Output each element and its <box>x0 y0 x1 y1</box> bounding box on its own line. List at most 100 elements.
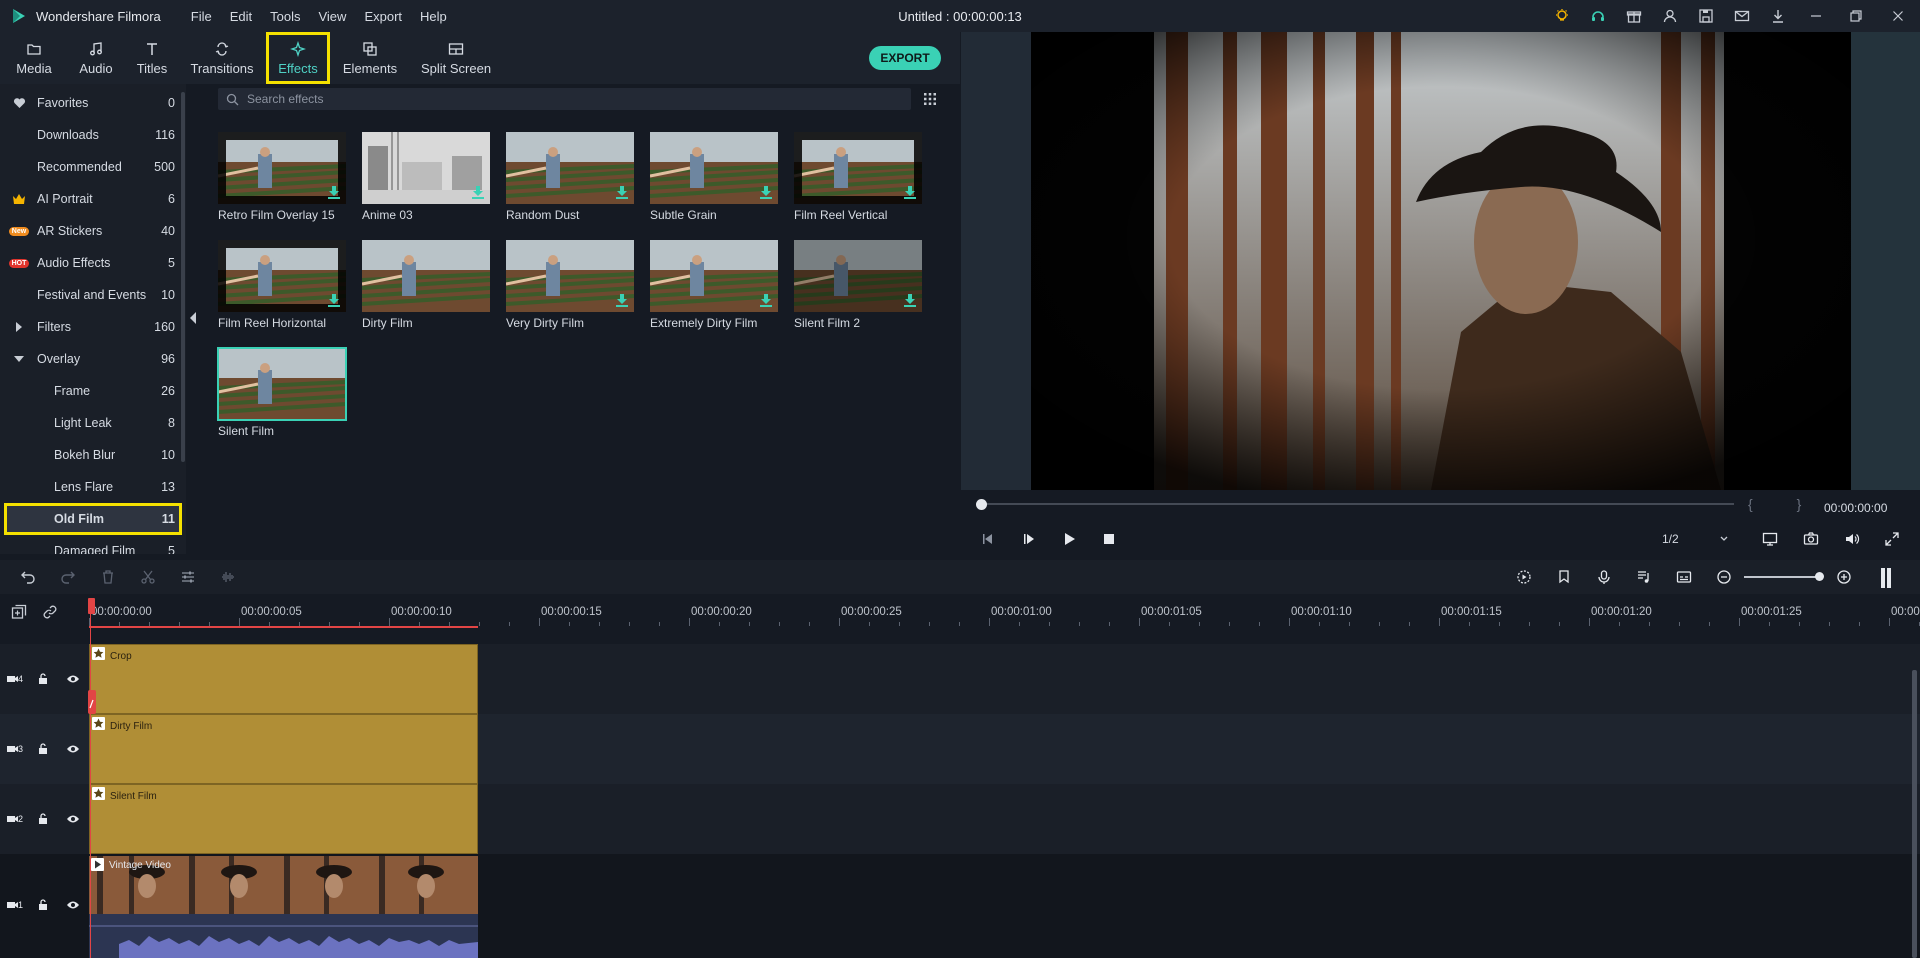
video-clip[interactable]: Vintage Video <box>89 856 478 958</box>
effect-thumbnail[interactable] <box>362 132 490 204</box>
menu-file[interactable]: File <box>191 9 212 24</box>
volume-icon[interactable] <box>1844 531 1860 547</box>
download-icon[interactable] <box>760 186 772 199</box>
microphone-icon[interactable] <box>1596 569 1612 585</box>
sidebar-item-favorites[interactable]: Favorites 0 <box>0 87 186 119</box>
effect-card[interactable]: Film Reel Horizontal <box>218 240 346 330</box>
sidebar-item-lens-flare[interactable]: Lens Flare 13 <box>0 471 186 503</box>
effect-thumbnail[interactable] <box>650 240 778 312</box>
adjust-icon[interactable] <box>180 569 196 585</box>
effect-card[interactable]: Silent Film <box>217 347 347 438</box>
link-icon[interactable] <box>42 604 58 620</box>
effect-card[interactable]: Retro Film Overlay 15 <box>218 132 346 222</box>
delete-icon[interactable] <box>100 569 116 585</box>
effect-thumbnail[interactable] <box>362 240 490 312</box>
cut-icon[interactable] <box>140 569 156 585</box>
subtitle-icon[interactable] <box>1676 569 1692 585</box>
menu-view[interactable]: View <box>318 9 346 24</box>
download-icon[interactable] <box>904 294 916 307</box>
effect-card[interactable]: Very Dirty Film <box>506 240 634 330</box>
scrubber-handle[interactable] <box>976 499 987 510</box>
sidebar-scrollbar[interactable] <box>181 92 185 462</box>
menu-tools[interactable]: Tools <box>270 9 300 24</box>
save-icon[interactable] <box>1688 0 1724 32</box>
account-icon[interactable] <box>1652 0 1688 32</box>
sidebar-item-audio-effects[interactable]: HOT Audio Effects 5 <box>0 247 186 279</box>
sidebar-item-frame[interactable]: Frame 26 <box>0 375 186 407</box>
search-bar[interactable] <box>218 88 911 110</box>
menu-help[interactable]: Help <box>420 9 447 24</box>
collapse-sidebar-icon[interactable] <box>189 312 197 324</box>
mail-icon[interactable] <box>1724 0 1760 32</box>
audio-waveform-icon[interactable] <box>220 569 236 585</box>
effect-card[interactable]: Dirty Film <box>362 240 490 330</box>
step-back-icon[interactable] <box>980 531 996 547</box>
menu-export[interactable]: Export <box>364 9 402 24</box>
marker-icon[interactable] <box>1556 569 1572 585</box>
effect-card[interactable]: Anime 03 <box>362 132 490 222</box>
sidebar-item-old-film[interactable]: Old Film 11 <box>4 503 182 535</box>
tab-effects[interactable]: Effects <box>266 32 330 84</box>
effect-thumbnail[interactable] <box>794 132 922 204</box>
stop-icon[interactable] <box>1101 531 1117 547</box>
sidebar-item-ai-portrait[interactable]: AI Portrait 6 <box>0 183 186 215</box>
restore-icon[interactable] <box>1836 0 1876 32</box>
zoom-out-icon[interactable] <box>1716 569 1732 585</box>
sidebar-item-filters[interactable]: Filters 160 <box>0 311 186 343</box>
tab-elements[interactable]: Elements <box>330 32 410 84</box>
eye-icon[interactable] <box>66 898 80 912</box>
caret-right-icon[interactable] <box>12 320 26 334</box>
bulb-icon[interactable] <box>1544 0 1580 32</box>
eye-icon[interactable] <box>66 812 80 826</box>
snapshot-icon[interactable] <box>1803 531 1819 547</box>
tab-split-screen[interactable]: Split Screen <box>410 32 502 84</box>
eye-icon[interactable] <box>66 672 80 686</box>
sidebar-item-light-leak[interactable]: Light Leak 8 <box>0 407 186 439</box>
minimize-icon[interactable] <box>1796 0 1836 32</box>
effect-card[interactable]: Subtle Grain <box>650 132 778 222</box>
redo-icon[interactable] <box>60 569 76 585</box>
playback-quality-select[interactable]: 1/2 <box>1654 530 1734 548</box>
download-icon[interactable] <box>328 294 340 307</box>
render-icon[interactable] <box>1516 569 1532 585</box>
display-icon[interactable] <box>1762 531 1778 547</box>
effect-thumbnail[interactable] <box>650 132 778 204</box>
zoom-in-icon[interactable] <box>1836 569 1852 585</box>
eye-icon[interactable] <box>66 742 80 756</box>
grid-view-icon[interactable] <box>922 91 938 107</box>
effect-thumbnail[interactable] <box>794 240 922 312</box>
timeline-scrollbar[interactable] <box>1912 670 1917 958</box>
lock-open-icon[interactable] <box>36 672 50 686</box>
sidebar-item-damaged-film[interactable]: Damaged Film 5 <box>0 535 186 554</box>
effect-thumbnail[interactable] <box>506 240 634 312</box>
download-icon[interactable] <box>616 186 628 199</box>
effect-thumbnail[interactable] <box>218 132 346 204</box>
mark-in-out[interactable]: { } <box>1748 496 1821 512</box>
lock-open-icon[interactable] <box>36 812 50 826</box>
sidebar-item-festival-and-events[interactable]: Festival and Events 10 <box>0 279 186 311</box>
effect-thumbnail[interactable] <box>218 240 346 312</box>
effect-card[interactable]: Extremely Dirty Film <box>650 240 778 330</box>
preview-scrubber[interactable] <box>982 503 1734 505</box>
zoom-slider[interactable] <box>1744 576 1820 578</box>
download-icon[interactable] <box>904 186 916 199</box>
lock-open-icon[interactable] <box>36 898 50 912</box>
effect-card[interactable]: Film Reel Vertical <box>794 132 922 222</box>
effect-card[interactable]: Random Dust <box>506 132 634 222</box>
sidebar-item-overlay[interactable]: Overlay 96 <box>0 343 186 375</box>
export-button[interactable]: EXPORT <box>869 46 941 70</box>
tab-media[interactable]: Media <box>0 32 68 84</box>
effect-thumbnail[interactable] <box>217 347 347 421</box>
close-icon[interactable] <box>1876 0 1920 32</box>
effect-card[interactable]: Silent Film 2 <box>794 240 922 330</box>
gift-icon[interactable] <box>1616 0 1652 32</box>
sidebar-item-downloads[interactable]: Downloads 116 <box>0 119 186 151</box>
play-icon[interactable] <box>1061 531 1077 547</box>
panel-toggle-icon[interactable] <box>1880 568 1892 588</box>
tab-audio[interactable]: Audio <box>68 32 124 84</box>
play-frame-icon[interactable] <box>1021 531 1037 547</box>
tab-transitions[interactable]: Transitions <box>180 32 264 84</box>
voiceover-icon[interactable] <box>1636 569 1652 585</box>
menu-edit[interactable]: Edit <box>230 9 252 24</box>
download-icon[interactable] <box>616 294 628 307</box>
